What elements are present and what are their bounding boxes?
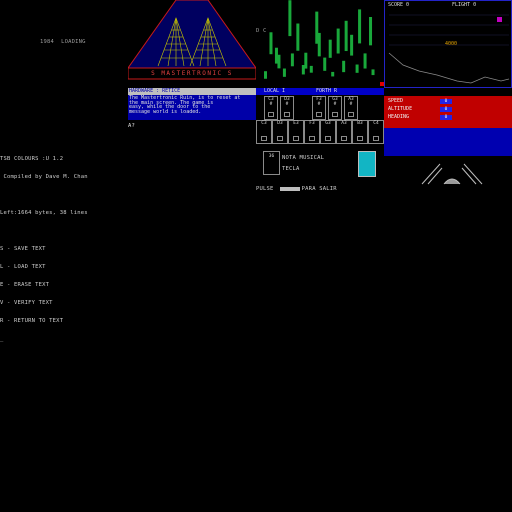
flight-header: SCORE 0 FLIGHT 0: [388, 2, 508, 9]
piano-keys: C3 # D3 # F3 # G3 # A3 # C3 D3 E3 F3 G3 A3 B3…: [256, 96, 384, 146]
message-body: The Mastertronic Ruin, is to reset at th…: [129, 95, 241, 115]
music-header: LOCAL I FORTH R: [256, 82, 384, 95]
flight-label: FLIGHT 0: [452, 2, 477, 8]
header-left: LOCAL I: [264, 88, 286, 94]
level-bar: [336, 28, 340, 54]
level-bar: [269, 32, 273, 55]
stat-value: 0: [440, 115, 452, 120]
menu-item-save[interactable]: S - SAVE TEXT: [0, 246, 126, 252]
level-bar: [350, 34, 354, 56]
terrain-radar: 4000: [388, 14, 510, 84]
level-bar: [344, 20, 348, 52]
color-swatch[interactable]: [358, 151, 376, 177]
menu-item-load[interactable]: L - LOAD TEXT: [0, 264, 126, 270]
radar-panel: 4000: [384, 0, 512, 88]
editor-line: Left:1664 bytes, 38 lines: [0, 210, 88, 216]
level-bar: [331, 71, 335, 77]
level-bar: [264, 71, 267, 79]
header-right: FORTH R: [316, 88, 338, 94]
level-bar: [358, 9, 362, 44]
bottom-key[interactable]: G3: [320, 120, 336, 144]
instrument-panel: SPEED 0 ALTITUDE 0 HEADING 0: [384, 96, 512, 128]
pulse-key-indicator: [280, 187, 300, 191]
message-window: HARDWARE : RETICE The Mastertronic Ruin,…: [128, 88, 257, 120]
bottom-key[interactable]: C4: [368, 120, 384, 144]
top-key[interactable]: F3 #: [312, 96, 326, 120]
top-key[interactable]: A3 #: [344, 96, 358, 120]
top-key[interactable]: C3 #: [264, 96, 278, 120]
bottom-key[interactable]: E3: [288, 120, 304, 144]
radar-readout: 4000: [445, 41, 457, 47]
editor-line: TSB COLOURS :U 1.2: [0, 156, 64, 162]
editor-line: Compiled by Dave M. Chan: [0, 174, 88, 180]
menu-item-return[interactable]: R - RETURN TO TEXT: [0, 318, 126, 324]
level-bar: [277, 54, 281, 69]
editor-menu: TSB COLOURS :U 1.2 Compiled by Dave M. C…: [0, 144, 126, 348]
level-bar: [296, 23, 300, 51]
score-label: SCORE 0: [388, 2, 410, 8]
stat-value: 0: [440, 107, 452, 112]
mastertronic-banner: S MASTERTRONIC S: [151, 70, 233, 77]
level-bar: [304, 52, 308, 69]
stat-label: HEADING: [388, 114, 410, 120]
command-prompt[interactable]: A?: [128, 123, 135, 129]
bottom-key[interactable]: B3: [352, 120, 368, 144]
level-bars: [264, 0, 375, 79]
stat-label: SPEED: [388, 98, 404, 104]
message-title: HARDWARE : RETICE: [128, 88, 257, 95]
level-bar: [309, 65, 313, 73]
instrument-box[interactable]: 36: [263, 151, 280, 175]
level-bar: [342, 60, 346, 73]
bottom-key[interactable]: D3: [272, 120, 288, 144]
level-bar: [288, 0, 292, 37]
stat-value: 0: [440, 99, 452, 104]
bottom-key[interactable]: A3: [336, 120, 352, 144]
level-bar: [282, 68, 286, 77]
cockpit-view: [421, 163, 483, 185]
bottom-key[interactable]: F3: [304, 120, 320, 144]
top-key[interactable]: D3 #: [280, 96, 294, 120]
cursor: _: [0, 336, 4, 342]
status-panel: [384, 128, 512, 156]
menu-item-erase[interactable]: E - ERASE TEXT: [0, 282, 126, 288]
loading-label: 1984 LOADING: [40, 39, 86, 45]
bottom-key[interactable]: C3: [256, 120, 272, 144]
level-bar: [355, 64, 359, 73]
level-bar: [317, 32, 321, 57]
level-bar: [363, 53, 367, 69]
level-bar: [369, 17, 373, 46]
instrument-label-note: NOTA MUSICAL: [282, 155, 325, 161]
level-bar: [371, 69, 375, 76]
menu-item-verify[interactable]: V - VERIFY TEXT: [0, 300, 126, 306]
level-bar: [328, 39, 332, 58]
instrument-label-key: TECLA: [282, 166, 300, 172]
level-bar: [323, 57, 327, 71]
top-key[interactable]: G3 #: [328, 96, 342, 120]
stat-label: ALTITUDE: [388, 106, 413, 112]
level-bar: [290, 53, 294, 67]
